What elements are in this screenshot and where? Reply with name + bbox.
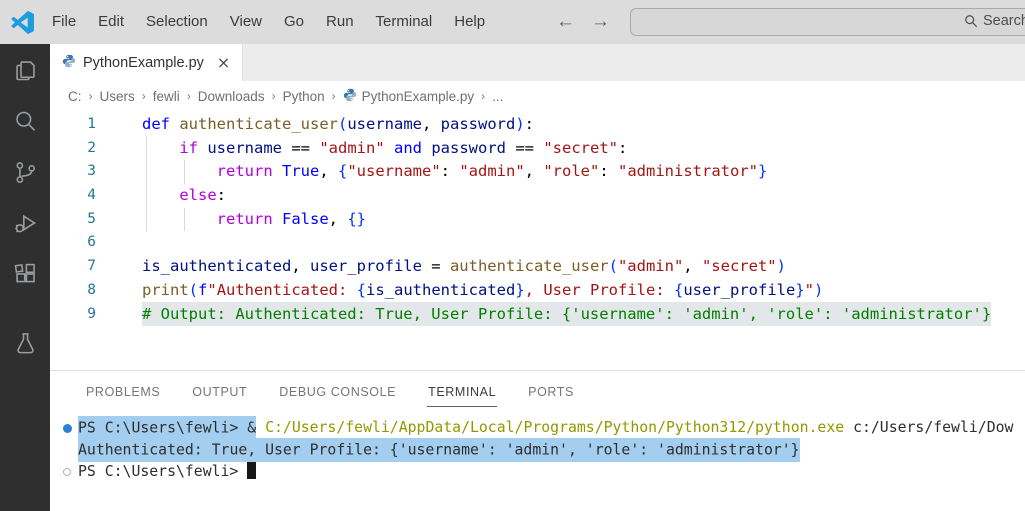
- indent-guide: [146, 184, 147, 208]
- terminal-line[interactable]: PS C:\Users\fewli> & C:/Users/fewli/AppD…: [50, 415, 1025, 440]
- bottom-panel: PROBLEMS OUTPUT DEBUG CONSOLE TERMINAL PORTS…: [50, 370, 1025, 511]
- panel-tab-debug-console[interactable]: DEBUG CONSOLE: [278, 374, 397, 407]
- editor-tab-bar: PythonExample.py ×: [50, 44, 1025, 81]
- line-number: 5: [87, 210, 96, 227]
- line-number: 1: [87, 116, 96, 132]
- breadcrumb-file[interactable]: PythonExample.py: [343, 88, 474, 105]
- navigate-back-icon[interactable]: ←: [556, 11, 575, 33]
- code-line[interactable]: 7 is_authenticated, user_profile = authen…: [50, 255, 1025, 279]
- breadcrumb-separator: ›: [271, 89, 276, 103]
- line-number: 2: [87, 139, 96, 156]
- code-line[interactable]: 4 else:: [50, 184, 1025, 208]
- title-bar: File Edit Selection View Go Run Terminal Help ←…: [0, 0, 1025, 44]
- breadcrumb-ellipsis[interactable]: ...: [492, 89, 503, 104]
- close-tab-icon[interactable]: ×: [217, 53, 230, 72]
- menu-bar: File Edit Selection View Go Run Terminal Help: [41, 0, 496, 44]
- panel-tab-problems[interactable]: PROBLEMS: [85, 374, 161, 407]
- code-line[interactable]: 6: [50, 231, 1025, 255]
- code-line[interactable]: 5 return False, {}: [50, 207, 1025, 232]
- breadcrumb-separator: ›: [331, 89, 336, 103]
- indent-guide: [146, 160, 147, 185]
- code-line[interactable]: 1 def authenticate_user(username, passwor…: [50, 113, 1025, 137]
- search-icon[interactable]: [12, 108, 39, 135]
- breadcrumb-item[interactable]: Python: [283, 89, 325, 104]
- menu-terminal[interactable]: Terminal: [365, 0, 444, 44]
- breadcrumb-item[interactable]: Downloads: [198, 89, 265, 104]
- terminal-line[interactable]: PS C:\Users\fewli>: [50, 461, 1025, 483]
- testing-icon[interactable]: [12, 330, 39, 357]
- breadcrumb-separator: ›: [186, 89, 191, 103]
- code-line[interactable]: 2 if username == "admin" and password ==…: [50, 136, 1025, 161]
- line-number: 7: [87, 258, 96, 275]
- indent-guide: [146, 207, 147, 232]
- breadcrumb: C: › Users › fewli › Downloads › Python › PythonE…: [50, 81, 1025, 111]
- menu-file[interactable]: File: [41, 0, 87, 44]
- panel-tab-ports[interactable]: PORTS: [527, 374, 575, 407]
- activity-bar: [0, 44, 50, 511]
- indent-guide: [184, 160, 185, 185]
- breadcrumb-separator: ›: [88, 89, 93, 103]
- python-file-icon: [62, 54, 76, 72]
- menu-selection[interactable]: Selection: [135, 0, 219, 44]
- indent-guide: [184, 207, 185, 232]
- panel-tab-output[interactable]: OUTPUT: [191, 374, 248, 407]
- line-number: 4: [87, 187, 96, 204]
- line-number: 6: [87, 234, 96, 251]
- breadcrumb-separator: ›: [141, 89, 146, 103]
- search-placeholder: Search: [983, 13, 1025, 29]
- extensions-icon[interactable]: [12, 261, 39, 288]
- breadcrumb-item[interactable]: Users: [100, 89, 135, 104]
- line-number: 3: [87, 163, 96, 180]
- code-line[interactable]: 3 return True, {"username": "admin", "ro…: [50, 160, 1025, 185]
- python-file-icon: [343, 88, 357, 105]
- command-success-dot-icon: [63, 424, 72, 433]
- menu-edit[interactable]: Edit: [87, 0, 135, 44]
- tab-label: PythonExample.py: [83, 54, 204, 71]
- tab-pythonexample[interactable]: PythonExample.py ×: [50, 44, 244, 81]
- run-debug-icon[interactable]: [12, 210, 39, 237]
- code-line[interactable]: 9 # Output: Authenticated: True, User Pro…: [50, 301, 1025, 327]
- command-pending-ring-icon: [63, 468, 71, 476]
- menu-help[interactable]: Help: [443, 0, 496, 44]
- line-number: 9: [87, 305, 96, 322]
- terminal[interactable]: PS C:\Users\fewli> & C:/Users/fewli/AppD…: [50, 410, 1025, 483]
- breadcrumb-separator: ›: [481, 89, 486, 103]
- command-center-search[interactable]: Search: [630, 8, 1025, 36]
- breadcrumb-item[interactable]: C:: [68, 89, 82, 104]
- terminal-line[interactable]: Authenticated: True, User Profile: {'use…: [50, 437, 1025, 462]
- code-editor[interactable]: 1 def authenticate_user(username, passwor…: [50, 111, 1025, 370]
- code-line[interactable]: 8 print(f"Authenticated: {is_authenticate…: [50, 279, 1025, 303]
- panel-tab-bar: PROBLEMS OUTPUT DEBUG CONSOLE TERMINAL PORTS: [50, 371, 1025, 410]
- search-icon: [965, 15, 978, 28]
- menu-view[interactable]: View: [219, 0, 273, 44]
- breadcrumb-item[interactable]: fewli: [153, 89, 180, 104]
- menu-go[interactable]: Go: [273, 0, 315, 44]
- navigate-forward-icon[interactable]: →: [591, 11, 610, 33]
- indent-guide: [146, 136, 147, 161]
- source-control-icon[interactable]: [12, 159, 39, 186]
- vscode-logo-icon: [11, 10, 34, 34]
- line-number: 8: [87, 281, 96, 298]
- explorer-icon[interactable]: [12, 57, 39, 84]
- terminal-cursor: [247, 462, 257, 479]
- panel-tab-terminal[interactable]: TERMINAL: [427, 374, 498, 407]
- menu-run[interactable]: Run: [315, 0, 365, 44]
